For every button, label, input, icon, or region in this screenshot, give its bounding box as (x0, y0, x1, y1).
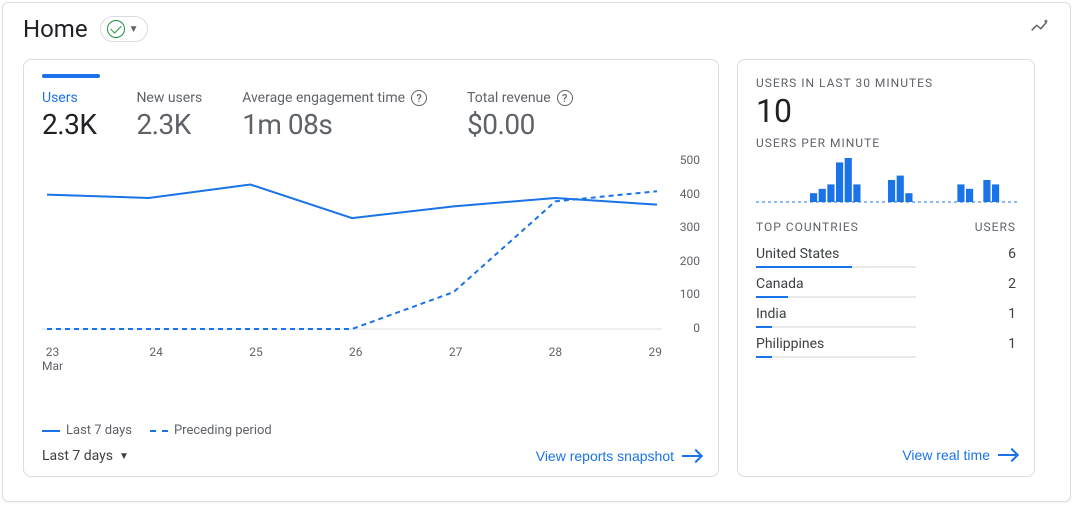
view-reports-snapshot-link[interactable]: View reports snapshot (536, 448, 700, 464)
top-countries-users-header: USERS (975, 220, 1016, 234)
status-chip[interactable]: ▼ (100, 16, 148, 42)
country-users: 1 (1008, 306, 1016, 322)
realtime-users-value: 10 (756, 92, 1016, 130)
date-range-selector[interactable]: Last 7 days ▼ (42, 448, 129, 464)
country-bar (756, 296, 916, 298)
help-icon[interactable]: ? (411, 90, 427, 106)
metric-label: Total revenue (467, 90, 551, 106)
users-per-minute-chart (756, 154, 1016, 204)
chart-legend: Last 7 days Preceding period (42, 423, 700, 438)
country-row: India 1 (756, 300, 1016, 330)
country-row: United States 6 (756, 240, 1016, 270)
check-circle-icon (107, 20, 125, 38)
metric-total-revenue[interactable]: Total revenue? $0.00 (467, 90, 573, 141)
metric-average-engagement-time[interactable]: Average engagement time? 1m 08s (242, 90, 427, 141)
x-tick: 27 (449, 345, 463, 374)
metric-new-users[interactable]: New users 2.3K (136, 90, 202, 141)
country-users: 6 (1008, 246, 1016, 262)
metric-label: New users (136, 90, 202, 106)
y-tick: 200 (680, 254, 700, 268)
country-row: Philippines 1 (756, 330, 1016, 360)
y-tick: 300 (680, 220, 700, 234)
x-tick: 24 (149, 345, 163, 374)
help-icon[interactable]: ? (557, 90, 573, 106)
x-tick: 29 (648, 345, 662, 374)
country-name: United States (756, 246, 839, 262)
x-tick: 26 (349, 345, 363, 374)
page-title: Home (23, 15, 88, 43)
link-label: View real time (902, 447, 990, 463)
y-tick: 400 (680, 187, 700, 201)
top-countries-header: TOP COUNTRIES (756, 220, 859, 234)
y-tick: 100 (680, 287, 700, 301)
link-label: View reports snapshot (536, 448, 674, 464)
view-real-time-link[interactable]: View real time (902, 447, 1016, 463)
realtime-card: USERS IN LAST 30 MINUTES 10 USERS PER MI… (737, 59, 1035, 477)
country-users: 2 (1008, 276, 1016, 292)
overview-card: Users 2.3K New users 2.3K Average engagement… (23, 59, 719, 477)
metric-value: 2.3K (42, 108, 96, 141)
country-bar (756, 266, 916, 268)
insights-icon[interactable] (1030, 17, 1050, 41)
x-tick: 28 (549, 345, 563, 374)
country-users: 1 (1008, 336, 1016, 352)
country-bar (756, 326, 916, 328)
arrow-right-icon (998, 454, 1016, 456)
caret-down-icon: ▼ (129, 24, 139, 35)
metric-users[interactable]: Users 2.3K (42, 90, 96, 141)
caret-down-icon: ▼ (119, 451, 129, 462)
date-range-label: Last 7 days (42, 448, 113, 464)
country-bar (756, 356, 916, 358)
x-tick: 25 (249, 345, 263, 374)
metric-value: 1m 08s (242, 108, 427, 141)
legend-previous: Preceding period (174, 423, 272, 438)
metric-value: $0.00 (467, 108, 573, 141)
metric-label: Users (42, 90, 78, 106)
metric-label: Average engagement time (242, 90, 405, 106)
y-tick: 0 (693, 321, 700, 335)
metric-value: 2.3K (136, 108, 202, 141)
country-name: India (756, 306, 786, 322)
country-name: Philippines (756, 336, 824, 352)
realtime-users-label: USERS IN LAST 30 MINUTES (756, 76, 1016, 90)
x-tick: 23Mar (42, 345, 63, 374)
country-row: Canada 2 (756, 270, 1016, 300)
legend-current: Last 7 days (66, 423, 132, 438)
active-tab-indicator (42, 74, 100, 78)
users-line-chart: 0100200300400500 23Mar242526272829 (42, 159, 700, 417)
arrow-right-icon (682, 455, 700, 457)
y-tick: 500 (680, 153, 700, 167)
country-name: Canada (756, 276, 804, 292)
users-per-minute-label: USERS PER MINUTE (756, 136, 1016, 150)
